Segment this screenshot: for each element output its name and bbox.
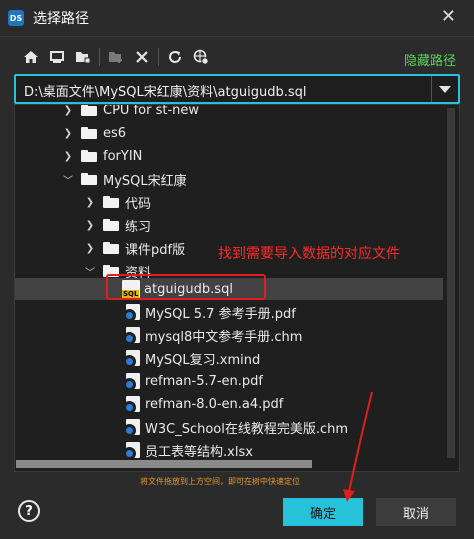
tree-item[interactable]: ❯ 练习 bbox=[15, 214, 443, 236]
hide-path-link[interactable]: 隐藏路径 bbox=[404, 50, 456, 69]
tree-item[interactable]: ❯ CPU for st-new bbox=[15, 104, 443, 121]
network-icon[interactable] bbox=[188, 44, 214, 70]
file-icon bbox=[123, 396, 140, 414]
tree-item-label: CPU for st-new bbox=[103, 104, 200, 118]
file-icon bbox=[123, 442, 140, 460]
folder-icon bbox=[81, 127, 97, 139]
file-icon bbox=[123, 373, 140, 391]
vertical-scrollbar[interactable] bbox=[447, 108, 455, 458]
chevron-right-icon[interactable]: ❯ bbox=[61, 126, 75, 140]
file-icon bbox=[123, 304, 140, 322]
folder-icon[interactable] bbox=[70, 44, 96, 70]
desktop-icon[interactable] bbox=[44, 44, 70, 70]
file-icon bbox=[123, 327, 140, 345]
tree-item[interactable]: W3C_School在线教程完美版.chm bbox=[15, 416, 443, 438]
chevron-right-icon[interactable]: ❯ bbox=[61, 149, 75, 163]
refresh-icon[interactable] bbox=[162, 44, 188, 70]
chevron-right-icon[interactable]: ❯ bbox=[61, 105, 75, 117]
tree-item-label: refman-5.7-en.pdf bbox=[145, 373, 264, 389]
folder-icon bbox=[103, 196, 119, 208]
tree-item[interactable]: MySQL复习.xmind bbox=[15, 347, 443, 369]
tree-item-label: 员工表等结构.xlsx bbox=[145, 444, 253, 460]
tree-item[interactable]: refman-8.0-en.a4.pdf bbox=[15, 393, 443, 415]
tree-item[interactable]: ﹀ MySQL宋红康 bbox=[15, 168, 443, 190]
app-logo-icon: DS bbox=[8, 10, 24, 26]
tree-item-label: mysql8中文参考手册.chm bbox=[145, 329, 303, 345]
drag-hint: 将文件拖放到上方空间，即可在树中快速定位 bbox=[140, 477, 300, 486]
folder-icon bbox=[81, 105, 97, 116]
chevron-right-icon[interactable]: ❯ bbox=[83, 241, 97, 255]
folder-icon bbox=[81, 173, 97, 185]
path-input[interactable]: D:\桌面文件\MySQL宋红康\资料\atguigudb.sql bbox=[24, 81, 306, 100]
chevron-down-icon[interactable] bbox=[431, 76, 458, 102]
window-title: 选择路径 bbox=[33, 11, 89, 27]
ok-button[interactable]: 确定 bbox=[283, 498, 363, 526]
tree-item-label: 课件pdf版 bbox=[125, 242, 186, 258]
tree-item-label: W3C_School在线教程完美版.chm bbox=[145, 421, 349, 437]
path-combobox[interactable]: D:\桌面文件\MySQL宋红康\资料\atguigudb.sql bbox=[14, 74, 460, 104]
file-icon bbox=[123, 350, 140, 368]
tree-item[interactable]: mysql8中文参考手册.chm bbox=[15, 324, 443, 346]
tree-item[interactable]: MySQL 5.7 参考手册.pdf bbox=[15, 301, 443, 323]
new-folder-icon[interactable] bbox=[103, 44, 129, 70]
highlight-box bbox=[106, 274, 266, 300]
folder-icon bbox=[103, 242, 119, 254]
annotation-text: 找到需要导入数据的对应文件 bbox=[218, 246, 400, 262]
toolbar-divider bbox=[99, 48, 100, 66]
toolbar-divider bbox=[158, 48, 159, 66]
tree-item[interactable]: 员工表等结构.xlsx bbox=[15, 439, 443, 461]
chevron-down-icon[interactable]: ﹀ bbox=[83, 264, 97, 279]
tree-item[interactable]: ❯ 代码 bbox=[15, 191, 443, 213]
tree-item-label: MySQL宋红康 bbox=[103, 173, 187, 189]
home-icon[interactable] bbox=[18, 44, 44, 70]
toolbar bbox=[0, 42, 474, 72]
folder-icon bbox=[103, 219, 119, 231]
tree-item-label: MySQL 5.7 参考手册.pdf bbox=[145, 306, 296, 322]
tree-item[interactable]: refman-5.7-en.pdf bbox=[15, 370, 443, 392]
help-button[interactable]: ? bbox=[18, 500, 40, 522]
tree-item-label: 练习 bbox=[125, 219, 152, 235]
chevron-right-icon[interactable]: ❯ bbox=[83, 195, 97, 209]
close-icon[interactable]: ✕ bbox=[441, 6, 456, 28]
tree-item[interactable]: ❯ forYIN bbox=[15, 145, 443, 167]
tree-item-label: forYIN bbox=[103, 148, 143, 164]
chevron-right-icon[interactable]: ❯ bbox=[83, 218, 97, 232]
chevron-down-icon[interactable]: ﹀ bbox=[61, 172, 75, 187]
title-bar: DS 选择路径 ✕ bbox=[0, 0, 474, 37]
folder-icon bbox=[81, 150, 97, 162]
tree-item-label: refman-8.0-en.a4.pdf bbox=[145, 396, 284, 412]
file-icon bbox=[123, 419, 140, 437]
tree-item-label: 代码 bbox=[125, 196, 152, 212]
cancel-button[interactable]: 取消 bbox=[376, 498, 456, 526]
tree-item-label: es6 bbox=[103, 125, 127, 141]
delete-icon[interactable] bbox=[129, 44, 155, 70]
tree-item[interactable]: ❯ es6 bbox=[15, 122, 443, 144]
horizontal-scrollbar[interactable] bbox=[16, 460, 312, 468]
tree-item-label: MySQL复习.xmind bbox=[145, 352, 261, 368]
